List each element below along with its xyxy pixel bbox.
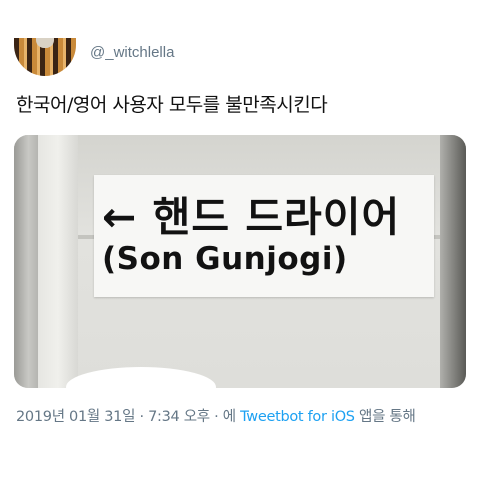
- user-handle[interactable]: @_witchlella: [90, 44, 174, 61]
- tweet-text: 한국어/영어 사용자 모두를 불만족시킨다: [16, 94, 328, 116]
- door-frame-inner: [38, 135, 78, 388]
- client-suffix: 앱을 통해: [359, 409, 416, 425]
- client-link[interactable]: Tweetbot for iOS: [240, 409, 355, 425]
- avatar[interactable]: [14, 38, 76, 76]
- sign-korean-text: ← 핸드 드라이어: [102, 193, 401, 241]
- tweet-photo[interactable]: ← 핸드 드라이어 (Son Gunjogi): [14, 135, 466, 388]
- tweet-metadata: 2019년 01월 31일 · 7:34 오후 · 에 Tweetbot for…: [16, 405, 416, 426]
- door-frame-right: [440, 135, 466, 388]
- sign-romanized-text: (Son Gunjogi): [102, 241, 348, 277]
- door-frame-left: [14, 135, 38, 388]
- tweet-screenshot: @_witchlella 한국어/영어 사용자 모두를 불만족시킨다 ← 핸드 …: [0, 0, 480, 480]
- paper-sign: ← 핸드 드라이어 (Son Gunjogi): [94, 175, 434, 297]
- tweet-timestamp: 2019년 01월 31일 · 7:34 오후 · 에: [16, 409, 236, 425]
